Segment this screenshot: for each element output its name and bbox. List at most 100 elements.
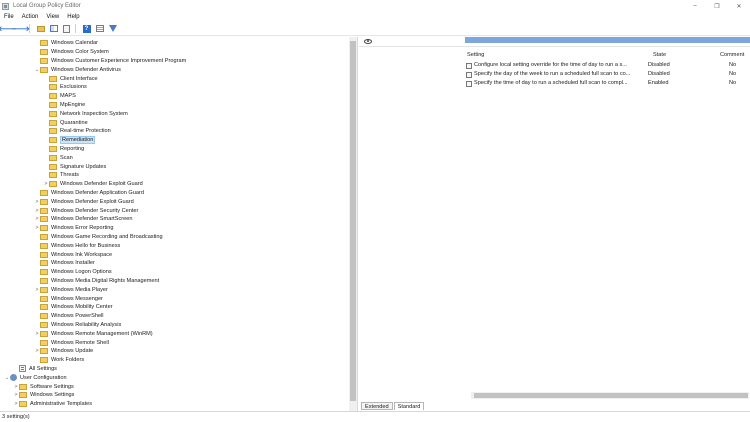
tree-item[interactable]: MAPS [43, 92, 76, 101]
user-config-icon [10, 374, 17, 382]
folder-icon [19, 401, 27, 408]
folder-icon [40, 225, 48, 232]
tree-item[interactable]: Scan [43, 153, 73, 162]
tree-item[interactable]: Windows Messenger [34, 294, 103, 303]
folder-icon [49, 181, 57, 188]
tree-item[interactable]: Work Folders [34, 356, 84, 365]
tree-pane[interactable]: Windows Calendar Windows Color System Wind… [0, 37, 358, 411]
tree-item-label: Quarantine [60, 119, 88, 126]
table-row[interactable]: Specify the time of day to run a schedul… [465, 80, 750, 89]
column-header-state[interactable]: State [653, 52, 666, 60]
tree-item[interactable]: ⌄ Windows Defender Antivirus [34, 65, 121, 74]
tree-item[interactable]: Windows Mobility Center [34, 303, 113, 312]
tree-item[interactable]: Windows Installer [34, 259, 95, 268]
tree-item-label: Windows Defender Exploit Guard [60, 181, 143, 188]
tree-item[interactable]: > Administrative Templates [13, 400, 92, 409]
tree-scrollbar-thumb[interactable] [350, 41, 356, 401]
tree-item[interactable]: Windows Remote Shell [34, 338, 109, 347]
tree-item[interactable]: > Windows Defender Exploit Guard [34, 197, 134, 206]
help-icon[interactable]: ? [81, 23, 92, 34]
tree-item-label: Windows Hello for Business [51, 242, 121, 249]
column-header-comment[interactable]: Comment [720, 52, 744, 60]
tree-item-label: Windows Defender SmartScreen [51, 216, 133, 223]
tree-item[interactable]: Threats [43, 171, 79, 180]
menu-help[interactable]: Help [63, 14, 83, 20]
tree-item[interactable]: Windows Customer Experience Improvement … [34, 57, 186, 66]
folder-up-icon[interactable] [35, 23, 46, 34]
tree-item-label: Windows Logon Options [51, 269, 112, 276]
tree-item[interactable]: MpEngine [43, 101, 85, 110]
folder-icon [49, 172, 57, 179]
tree-item-label: Network Inspection System [60, 110, 128, 117]
setting-cell: Specify the day of the week to run a sch… [474, 71, 631, 77]
tree-item[interactable]: Remediation [43, 136, 96, 145]
tree-item[interactable]: Windows Defender Application Guard [34, 189, 144, 198]
menu-view[interactable]: View [42, 14, 63, 20]
folder-icon [49, 137, 57, 144]
tree-item[interactable]: > Windows Defender Exploit Guard [43, 180, 143, 189]
tree-item[interactable]: > Windows Remote Management (WinRM) [34, 329, 153, 338]
tree-item-label: Windows Error Reporting [51, 225, 114, 232]
table-row[interactable]: Configure local setting override for the… [465, 62, 750, 71]
folder-icon [49, 119, 57, 126]
filter-icon[interactable] [107, 23, 118, 34]
tree-item[interactable]: Client Interface [43, 74, 98, 83]
tree-item[interactable]: Network Inspection System [43, 109, 128, 118]
folder-icon [40, 348, 48, 355]
column-header-setting[interactable]: Setting [467, 52, 484, 60]
minimize-button[interactable]: – [684, 0, 706, 12]
folder-icon [49, 128, 57, 135]
window-title: Local Group Policy Editor [13, 3, 81, 9]
tree-item[interactable]: Windows Hello for Business [34, 241, 120, 250]
tree-item[interactable]: > Windows Defender SmartScreen [34, 215, 132, 224]
tree-item[interactable]: Exclusions [43, 83, 87, 92]
tree-item[interactable]: All Settings [13, 365, 57, 374]
tree-item[interactable]: Windows PowerShell [34, 312, 104, 321]
close-button[interactable]: ✕ [728, 0, 750, 12]
tree-item[interactable]: Real-time Protection [43, 127, 111, 136]
tree-item[interactable]: Windows Ink Workspace [34, 250, 112, 259]
properties-icon[interactable] [61, 23, 72, 34]
tree-item[interactable]: Windows Media Digital Rights Management [34, 277, 159, 286]
folder-icon [40, 66, 48, 73]
tree-item[interactable]: > Windows Error Reporting [34, 224, 114, 233]
tree-item[interactable]: Windows Color System [34, 48, 109, 57]
tree-item-label: Windows Color System [51, 49, 109, 56]
tree-item[interactable]: Windows Calendar [34, 39, 98, 48]
tree-item[interactable]: > Windows Media Player [34, 285, 108, 294]
folder-icon [40, 321, 48, 328]
show-hide-tree-icon[interactable] [48, 23, 59, 34]
folder-icon [40, 357, 48, 364]
tree-item[interactable]: > Windows Update [34, 347, 93, 356]
menu-action[interactable]: Action [18, 14, 43, 20]
view-tabs: Extended Standard [361, 402, 425, 411]
tree-item-label: Windows Settings [30, 392, 75, 399]
details-scrollbar-thumb[interactable] [474, 393, 748, 398]
folder-icon [40, 49, 48, 56]
tab-extended[interactable]: Extended [361, 402, 393, 410]
tree-item[interactable]: > Windows Defender Security Center [34, 206, 138, 215]
folder-icon [40, 198, 48, 205]
forward-arrow-icon[interactable]: 🡒 [11, 23, 30, 34]
tab-standard[interactable]: Standard [393, 402, 425, 410]
tree-item[interactable]: Windows Game Recording and Broadcasting [34, 233, 163, 242]
tree-item[interactable]: > Windows Settings [13, 391, 74, 400]
tree-item-label: Windows Reliability Analysis [51, 321, 122, 328]
tree-item[interactable]: > Software Settings [13, 382, 74, 391]
tree-item[interactable]: Windows Logon Options [34, 268, 112, 277]
tree-item[interactable]: Reporting [43, 145, 84, 154]
tree-item[interactable]: Signature Updates [43, 162, 106, 171]
folder-icon [40, 207, 48, 214]
tree-item-label: Windows Remote Shell [51, 339, 109, 346]
view-icon [364, 39, 372, 44]
export-list-icon[interactable] [94, 23, 105, 34]
maximize-button[interactable]: ❐ [706, 0, 728, 12]
table-row[interactable]: Specify the day of the week to run a sch… [465, 71, 750, 80]
tree-item-label: Windows Media Digital Rights Management [51, 277, 160, 284]
tree-item[interactable]: Windows Reliability Analysis [34, 321, 121, 330]
tree-item-label: Windows Defender Exploit Guard [51, 198, 134, 205]
tree-item[interactable]: Quarantine [43, 118, 88, 127]
comment-cell: No [729, 71, 737, 77]
tree-item[interactable]: ⌄ User Configuration [4, 373, 67, 382]
menu-file[interactable]: File [0, 14, 18, 20]
